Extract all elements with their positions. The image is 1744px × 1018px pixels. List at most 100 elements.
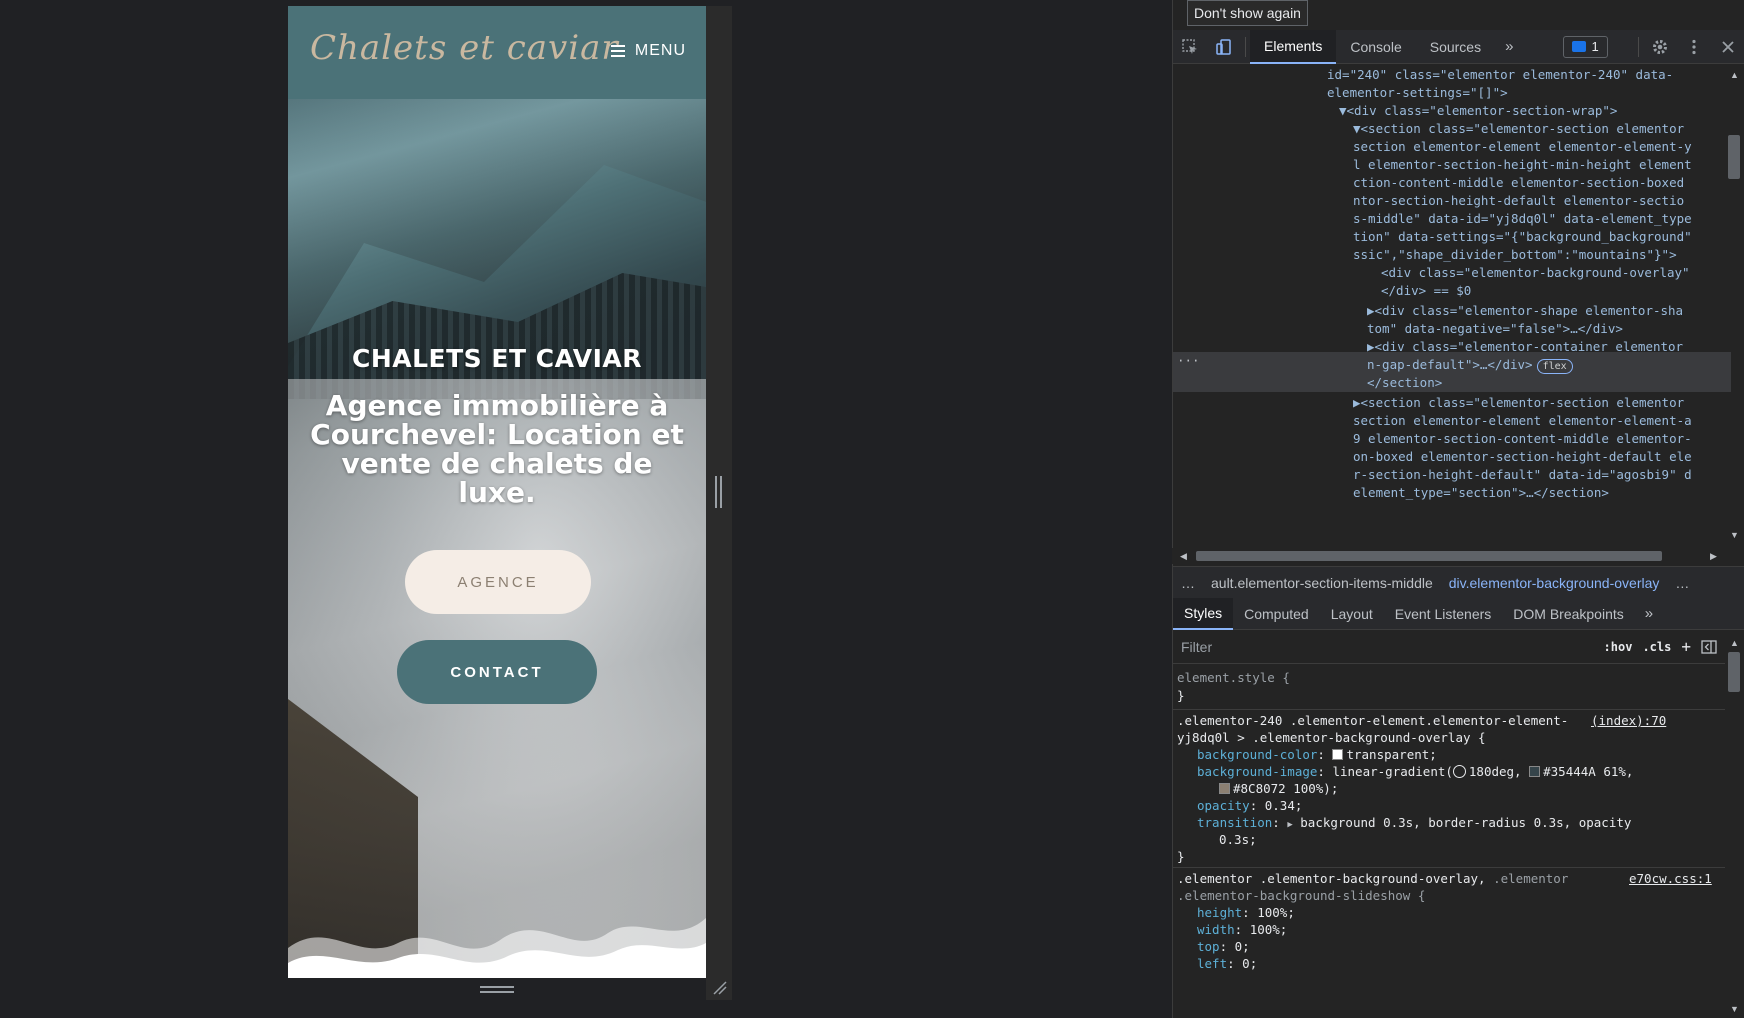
- dom-line[interactable]: elementor-settings="[]">: [1327, 84, 1508, 102]
- dont-show-again-button[interactable]: Don't show again: [1187, 0, 1308, 26]
- close-icon[interactable]: [1711, 30, 1744, 64]
- tab-layout[interactable]: Layout: [1320, 598, 1384, 630]
- scroll-left-icon[interactable]: ◀: [1180, 551, 1187, 562]
- breadcrumb: … ault.elementor-section-items-middle di…: [1173, 566, 1744, 598]
- css-declaration[interactable]: opacity: 0.34;: [1197, 797, 1302, 815]
- expand-triangle-icon[interactable]: ▶: [1287, 820, 1292, 830]
- color-swatch[interactable]: [1529, 766, 1541, 777]
- flex-badge[interactable]: flex: [1536, 359, 1573, 374]
- toggle-sidebar-icon[interactable]: [1701, 639, 1717, 655]
- dom-line[interactable]: </section>: [1367, 374, 1442, 392]
- rule-source-link[interactable]: e70cw.css:1: [1629, 870, 1712, 888]
- more-tabs-icon[interactable]: »: [1495, 38, 1523, 55]
- dom-line[interactable]: ction-content-middle elementor-section-b…: [1353, 174, 1684, 192]
- dom-line[interactable]: ▶<section class="elementor-section eleme…: [1353, 394, 1684, 412]
- dom-line[interactable]: ntor-section-height-default elementor-se…: [1353, 192, 1684, 210]
- new-style-rule-button[interactable]: +: [1681, 637, 1691, 656]
- dom-line-selected[interactable]: <div class="elementor-background-overlay…: [1381, 264, 1690, 282]
- tab-dom-breakpoints[interactable]: DOM Breakpoints: [1502, 598, 1634, 630]
- dom-line[interactable]: ▼<section class="elementor-section eleme…: [1353, 120, 1684, 138]
- tab-sources[interactable]: Sources: [1416, 30, 1495, 64]
- breadcrumb-ellipsis[interactable]: …: [1667, 575, 1697, 591]
- dom-line[interactable]: ▼<div class="elementor-section-wrap">: [1339, 102, 1617, 120]
- color-swatch[interactable]: [1219, 783, 1230, 794]
- css-declaration[interactable]: transition: ▶ background 0.3s, border-ra…: [1197, 814, 1631, 834]
- dom-tree-hscroll-thumb[interactable]: [1196, 551, 1662, 561]
- rule-selector[interactable]: .elementor .elementor-background-overlay…: [1177, 870, 1568, 888]
- dom-line[interactable]: section elementor-element elementor-elem…: [1353, 138, 1692, 156]
- css-prop: width: [1197, 922, 1235, 937]
- css-declaration[interactable]: width: 100%;: [1197, 921, 1287, 939]
- breadcrumb-item-current[interactable]: div.elementor-background-overlay: [1441, 575, 1668, 591]
- menu-button[interactable]: MENU: [610, 42, 686, 60]
- dom-tree-scroll-thumb[interactable]: [1728, 135, 1740, 179]
- gear-icon[interactable]: [1643, 30, 1677, 64]
- dom-line[interactable]: ssic","shape_divider_bottom":"mountains"…: [1353, 246, 1677, 264]
- tab-styles[interactable]: Styles: [1173, 597, 1234, 630]
- tab-event-listeners[interactable]: Event Listeners: [1384, 598, 1503, 630]
- breadcrumb-ellipsis[interactable]: …: [1173, 575, 1203, 591]
- angle-icon[interactable]: [1452, 765, 1466, 778]
- tab-elements[interactable]: Elements: [1250, 29, 1337, 64]
- css-declaration[interactable]: background-image: linear-gradient(180deg…: [1197, 763, 1633, 781]
- css-declaration-cont[interactable]: #8C8072 100%);: [1219, 780, 1338, 798]
- css-prop: top: [1197, 939, 1220, 954]
- rule-divider: [1173, 867, 1725, 868]
- css-prop: transition: [1197, 815, 1273, 830]
- dom-line[interactable]: id="240" class="elementor elementor-240"…: [1327, 66, 1673, 84]
- more-tabs-icon[interactable]: »: [1635, 605, 1663, 622]
- tab-computed[interactable]: Computed: [1233, 598, 1320, 630]
- scroll-down-icon[interactable]: ▼: [1730, 530, 1739, 540]
- issues-counter-button[interactable]: 1: [1563, 35, 1608, 58]
- node-actions-icon[interactable]: ···: [1177, 352, 1200, 370]
- dom-line[interactable]: s-middle" data-id="yj8dq0l" data-element…: [1353, 210, 1692, 228]
- css-prop: background-image: [1197, 764, 1318, 779]
- dom-line[interactable]: ▶<div class="elementor-container element…: [1367, 338, 1683, 356]
- dom-tree[interactable]: ··· id="240" class="elementor elementor-…: [1173, 64, 1731, 548]
- resize-corner-icon[interactable]: [712, 980, 728, 996]
- breadcrumb-item[interactable]: ault.elementor-section-items-middle: [1203, 575, 1441, 591]
- dom-line[interactable]: r-section-height-default" data-id="agosb…: [1353, 466, 1692, 484]
- scroll-down-icon[interactable]: ▼: [1730, 1004, 1739, 1014]
- device-toggle-icon[interactable]: [1207, 30, 1241, 64]
- agence-button[interactable]: AGENCE: [405, 550, 591, 614]
- rule-selector[interactable]: yj8dq0l > .elementor-background-overlay …: [1177, 729, 1486, 747]
- css-declaration[interactable]: left: 0;: [1197, 955, 1257, 973]
- dom-line[interactable]: l elementor-section-height-min-height el…: [1353, 156, 1692, 174]
- dom-line[interactable]: on-boxed elementor-section-height-defaul…: [1353, 448, 1692, 466]
- css-prop: left: [1197, 956, 1228, 971]
- rule-selector[interactable]: .elementor-background-slideshow {: [1177, 887, 1425, 905]
- scroll-right-icon[interactable]: ▶: [1710, 551, 1717, 562]
- dom-line[interactable]: 9 elementor-section-content-middle eleme…: [1353, 430, 1692, 448]
- rule-selector[interactable]: .elementor-240 .elementor-element.elemen…: [1177, 712, 1568, 730]
- css-value: 0.3s;: [1219, 832, 1257, 847]
- styles-scroll-thumb[interactable]: [1728, 652, 1740, 692]
- dom-line[interactable]: n-gap-default">…</div> flex: [1367, 356, 1573, 374]
- dom-line[interactable]: tom" data-negative="false">…</div>: [1367, 320, 1623, 338]
- color-swatch[interactable]: [1332, 749, 1344, 760]
- hov-toggle[interactable]: :hov: [1604, 640, 1633, 654]
- scroll-up-icon[interactable]: ▲: [1730, 638, 1739, 648]
- inspect-icon[interactable]: [1173, 30, 1207, 64]
- dom-line[interactable]: section elementor-element elementor-elem…: [1353, 412, 1692, 430]
- scroll-up-icon[interactable]: ▲: [1730, 70, 1739, 80]
- kebab-icon[interactable]: [1677, 30, 1711, 64]
- cls-toggle[interactable]: .cls: [1642, 640, 1671, 654]
- resize-handle-right[interactable]: [715, 476, 722, 508]
- dom-line-selected-close[interactable]: </div> == $0: [1381, 282, 1471, 300]
- css-declaration[interactable]: background-color: transparent;: [1197, 746, 1437, 764]
- tab-console[interactable]: Console: [1336, 30, 1415, 64]
- dom-line[interactable]: tion" data-settings="{"background_backgr…: [1353, 228, 1692, 246]
- rule-source-link[interactable]: (index):70: [1591, 712, 1666, 730]
- css-declaration[interactable]: top: 0;: [1197, 938, 1250, 956]
- styles-pane: element.style { } .elementor-240 .elemen…: [1173, 664, 1725, 1018]
- site-logo[interactable]: Chalets et caviar: [310, 28, 619, 68]
- resize-handle-bottom[interactable]: [480, 986, 514, 993]
- styles-filter-input[interactable]: Filter: [1177, 634, 1557, 659]
- contact-button[interactable]: CONTACT: [397, 640, 597, 704]
- hero-title: CHALETS ET CAVIAR: [352, 344, 642, 373]
- element-style-rule[interactable]: element.style {: [1177, 669, 1290, 687]
- css-declaration[interactable]: height: 100%;: [1197, 904, 1295, 922]
- dom-line[interactable]: ▶<div class="elementor-shape elementor-s…: [1367, 302, 1683, 320]
- dom-line[interactable]: element_type="section">…</section>: [1353, 484, 1609, 502]
